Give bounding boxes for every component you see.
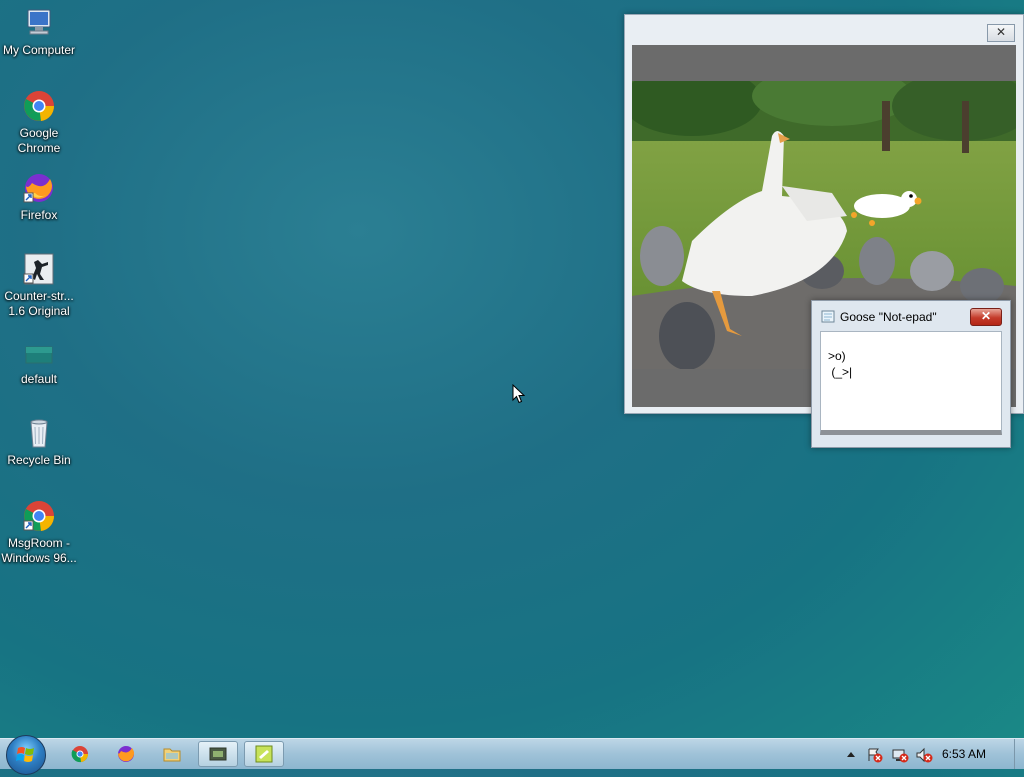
desktop-icon-label: Recycle Bin xyxy=(7,453,71,467)
desktop-icon-label: My Computer xyxy=(2,43,76,57)
desktop-icon-firefox[interactable]: Firefox xyxy=(0,171,78,223)
chrome-icon xyxy=(22,499,56,533)
goose-window-close-button[interactable]: ✕ xyxy=(970,308,1002,326)
counter-strike-icon xyxy=(22,252,56,286)
desktop-icon-label: Counter-str... 1.6 Original xyxy=(4,289,74,318)
taskbar: 6:53 AM xyxy=(0,735,1024,775)
taskbar-chrome-button[interactable] xyxy=(60,741,100,767)
start-button[interactable] xyxy=(6,735,46,775)
recycle-bin-icon xyxy=(22,416,56,450)
show-desktop-button[interactable] xyxy=(1014,739,1024,769)
notepad-text-area[interactable]: >o) (_>| xyxy=(820,331,1002,435)
notepad-icon xyxy=(255,745,273,763)
desktop-icon-label: default xyxy=(20,372,58,386)
taskbar-notepad-button[interactable] xyxy=(244,741,284,767)
mouse-cursor-icon xyxy=(512,383,526,407)
action-center-icon[interactable] xyxy=(866,747,883,763)
folder-icon xyxy=(163,748,181,762)
show-hidden-icons-icon[interactable] xyxy=(845,747,861,762)
desktop-icon-google-chrome[interactable]: Google Chrome xyxy=(0,89,78,156)
taskbar-firefox-button[interactable] xyxy=(106,741,146,767)
chrome-icon xyxy=(71,746,89,763)
desktop-icon-label: MsgRoom - Windows 96... xyxy=(1,536,77,565)
windows-logo-icon xyxy=(16,747,34,762)
goose-notepad-window[interactable]: Goose "Not-epad" ✕ >o) (_>| xyxy=(811,300,1011,448)
desktop-icon-recycle-bin[interactable]: Recycle Bin xyxy=(0,416,78,468)
desktop-icon-default[interactable]: default xyxy=(0,343,78,387)
desktop-icon-my-computer[interactable]: My Computer xyxy=(0,6,78,58)
computer-icon xyxy=(22,6,56,40)
notepad-icon xyxy=(821,310,835,323)
desktop-icon-label: Firefox xyxy=(20,208,58,222)
desktop-icon-label: Google Chrome xyxy=(17,126,61,155)
firefox-icon xyxy=(117,746,134,762)
taskbar-explorer-button[interactable] xyxy=(152,741,192,767)
chrome-icon xyxy=(22,89,56,123)
taskbar-media-player-button[interactable] xyxy=(198,741,238,767)
window-title: Goose "Not-epad" xyxy=(840,310,937,324)
volume-muted-icon[interactable] xyxy=(915,747,933,763)
desktop-icon-counter-strike[interactable]: Counter-str... 1.6 Original xyxy=(0,252,78,319)
taskbar-clock[interactable]: 6:53 AM xyxy=(942,747,986,761)
media-window-close-button[interactable]: ✕ xyxy=(987,24,1015,42)
network-icon[interactable] xyxy=(891,747,909,763)
desktop-icon-msgroom[interactable]: MsgRoom - Windows 96... xyxy=(0,499,78,566)
firefox-icon xyxy=(22,171,56,205)
media-player-icon xyxy=(209,747,227,761)
image-file-icon xyxy=(22,343,56,369)
